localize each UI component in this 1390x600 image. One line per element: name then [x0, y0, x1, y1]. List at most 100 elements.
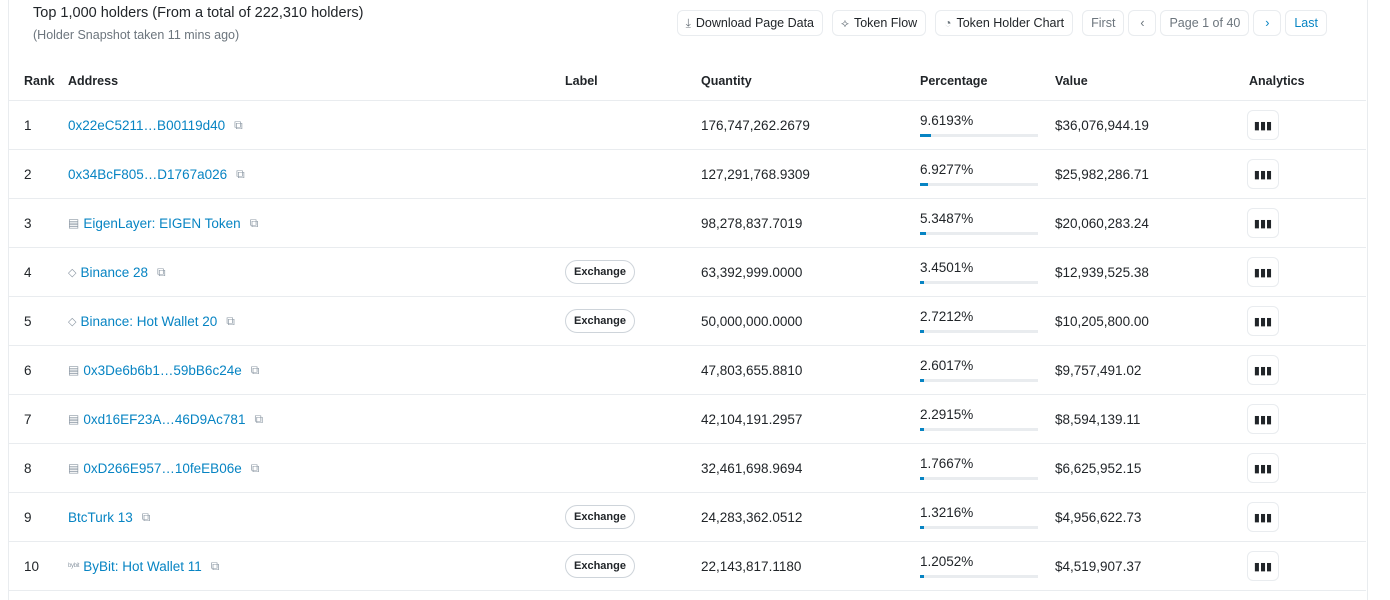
analytics-button[interactable]: ▮▮▮: [1247, 404, 1279, 434]
copy-icon[interactable]: ⧉: [254, 412, 263, 427]
percentage-cell: 1.2052%: [920, 541, 1055, 591]
binance-icon: ◇: [68, 315, 77, 328]
bar-chart-icon: ▮▮▮: [1253, 217, 1273, 230]
token-holder-chart-label: Token Holder Chart: [956, 16, 1065, 30]
pagination: First ‹ Page 1 of 40 › Last: [1082, 10, 1327, 36]
percentage-cell: 5.3487%: [920, 198, 1055, 248]
holder-address-link[interactable]: 0x22eC5211…B00119d40: [68, 118, 225, 133]
contract-icon: ▤: [68, 363, 80, 377]
table-row: 4 ◇ Binance 28 ⧉ Exchange 63,392,999.0000 3.45…: [8, 247, 1366, 297]
last-page-button[interactable]: Last: [1285, 10, 1327, 36]
holder-address-link[interactable]: ByBit: Hot Wallet 11: [83, 559, 202, 574]
copy-icon[interactable]: ⧉: [234, 118, 243, 133]
analytics-button[interactable]: ▮▮▮: [1247, 453, 1279, 483]
copy-icon[interactable]: ⧉: [236, 167, 245, 182]
holders-summary: Top 1,000 holders (From a total of 222,3…: [33, 4, 363, 42]
previous-page-button[interactable]: ‹: [1128, 10, 1157, 36]
holder-address-link[interactable]: Binance: Hot Wallet 20: [80, 314, 217, 329]
percentage-bar: [920, 477, 1038, 480]
holder-address-link[interactable]: 0xd16EF23A…46D9Ac781: [83, 412, 245, 427]
analytics-cell: ▮▮▮: [1247, 247, 1366, 297]
quantity-cell: 127,291,768.9309: [701, 149, 920, 199]
bar-chart-icon: ▮▮▮: [1253, 119, 1273, 132]
analytics-button[interactable]: ▮▮▮: [1247, 257, 1279, 287]
value-cell: $9,757,491.02: [1055, 345, 1247, 395]
analytics-cell: ▮▮▮: [1247, 394, 1366, 444]
label-cell: Exchange: [565, 492, 701, 542]
contract-icon: ▤: [68, 412, 80, 426]
percentage-text: 9.6193%: [920, 113, 974, 128]
address-column-header: Address: [68, 62, 565, 101]
token-flow-icon: ⟡: [841, 15, 849, 30]
copy-icon[interactable]: ⧉: [251, 363, 260, 378]
analytics-button[interactable]: ▮▮▮: [1247, 159, 1279, 189]
analytics-button[interactable]: ▮▮▮: [1247, 355, 1279, 385]
holders-table-body: 1 0x22eC5211…B00119d40 ⧉ 176,747,262.2679 9.…: [8, 100, 1366, 591]
analytics-button[interactable]: ▮▮▮: [1247, 208, 1279, 238]
quantity-column-header: Quantity: [701, 62, 920, 101]
percentage-bar: [920, 281, 1038, 284]
quantity-cell: 22,143,817.1180: [701, 541, 920, 591]
table-header-row: Rank Address Label Quantity Percentage V…: [8, 62, 1366, 101]
percentage-cell: 2.6017%: [920, 345, 1055, 395]
contract-icon: ▤: [68, 216, 80, 230]
holder-address-link[interactable]: 0x34BcF805…D1767a026: [68, 167, 227, 182]
rank-cell: 3: [8, 198, 68, 248]
percentage-cell: 1.7667%: [920, 443, 1055, 493]
exchange-label-badge: Exchange: [565, 309, 635, 333]
analytics-button[interactable]: ▮▮▮: [1247, 551, 1279, 581]
analytics-button[interactable]: ▮▮▮: [1247, 110, 1279, 140]
copy-icon[interactable]: ⧉: [157, 265, 166, 280]
holders-table: Rank Address Label Quantity Percentage V…: [8, 62, 1366, 591]
rank-cell: 10: [8, 541, 68, 591]
copy-icon[interactable]: ⧉: [251, 461, 260, 476]
table-row: 2 0x34BcF805…D1767a026 ⧉ 127,291,768.9309 6.…: [8, 149, 1366, 199]
analytics-cell: ▮▮▮: [1247, 541, 1366, 591]
percentage-cell: 2.7212%: [920, 296, 1055, 346]
token-flow-label: Token Flow: [853, 16, 918, 30]
value-cell: $36,076,944.19: [1055, 100, 1247, 150]
copy-icon[interactable]: ⧉: [250, 216, 259, 231]
percentage-bar: [920, 183, 1038, 186]
percentage-cell: 9.6193%: [920, 100, 1055, 150]
percentage-bar: [920, 379, 1038, 382]
rank-column-header: Rank: [8, 62, 68, 101]
download-label: Download Page Data: [695, 16, 815, 30]
table-row: 8 ▤ 0xD266E957…10feEB06e ⧉ 32,461,698.9694 1.…: [8, 443, 1366, 493]
download-icon: ⤓: [685, 15, 691, 30]
token-flow-button[interactable]: ⟡ Token Flow: [832, 10, 927, 36]
holder-address-link[interactable]: 0x3De6b6b1…59bB6c24e: [83, 363, 241, 378]
analytics-button[interactable]: ▮▮▮: [1247, 502, 1279, 532]
holder-address-link[interactable]: BtcTurk 13: [68, 510, 133, 525]
quantity-cell: 47,803,655.8810: [701, 345, 920, 395]
address-cell: BtcTurk 13 ⧉: [68, 492, 565, 542]
copy-icon[interactable]: ⧉: [142, 510, 151, 525]
holder-address-link[interactable]: EigenLayer: EIGEN Token: [83, 216, 240, 231]
analytics-cell: ▮▮▮: [1247, 149, 1366, 199]
token-holder-chart-button[interactable]: ◔ Token Holder Chart: [935, 10, 1074, 36]
quantity-cell: 98,278,837.7019: [701, 198, 920, 248]
exchange-label-badge: Exchange: [565, 260, 635, 284]
first-page-button[interactable]: First: [1082, 10, 1125, 36]
copy-icon[interactable]: ⧉: [211, 559, 220, 574]
chevron-left-icon: ‹: [1140, 16, 1145, 30]
label-cell: Exchange: [565, 541, 701, 591]
quantity-cell: 24,283,362.0512: [701, 492, 920, 542]
percentage-cell: 2.2915%: [920, 394, 1055, 444]
bar-chart-icon: ▮▮▮: [1253, 462, 1273, 475]
label-cell: [565, 394, 701, 444]
value-cell: $20,060,283.24: [1055, 198, 1247, 248]
holder-address-link[interactable]: Binance 28: [80, 265, 148, 280]
table-row: 3 ▤ EigenLayer: EIGEN Token ⧉ 98,278,837.701…: [8, 198, 1366, 248]
copy-icon[interactable]: ⧉: [226, 314, 235, 329]
analytics-button[interactable]: ▮▮▮: [1247, 306, 1279, 336]
download-page-data-button[interactable]: ⤓ Download Page Data: [676, 10, 824, 36]
percentage-cell: 3.4501%: [920, 247, 1055, 297]
table-row: 6 ▤ 0x3De6b6b1…59bB6c24e ⧉ 47,803,655.8810 2.…: [8, 345, 1366, 395]
holder-address-link[interactable]: 0xD266E957…10feEB06e: [83, 461, 241, 476]
rank-cell: 4: [8, 247, 68, 297]
percentage-bar: [920, 526, 1038, 529]
quantity-cell: 42,104,191.2957: [701, 394, 920, 444]
pie-chart-icon: ◔: [944, 16, 952, 30]
next-page-button[interactable]: ›: [1253, 10, 1282, 36]
